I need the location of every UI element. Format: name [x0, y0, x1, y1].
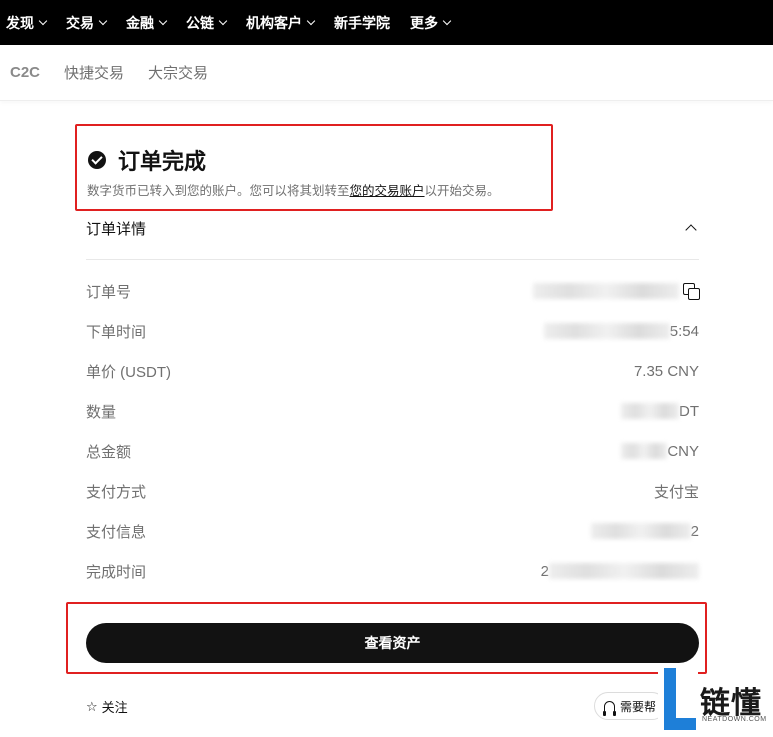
nav-chain-label: 公链	[186, 14, 214, 31]
detail-value-text: 2	[540, 562, 549, 580]
follow-button[interactable]: ☆ 关注	[86, 697, 128, 716]
status-desc-text: 数字货币已转入到您的账户。您可以将其划转至	[87, 184, 350, 198]
nav-finance[interactable]: 金融	[126, 13, 168, 33]
detail-row-unit-price: 单价 (USDT) 7.35 CNY	[86, 359, 699, 383]
detail-value-text: 2	[690, 522, 699, 540]
help-label: 需要帮	[620, 699, 657, 714]
nav-academy[interactable]: 新手学院	[334, 13, 390, 33]
follow-label: 关注	[101, 700, 128, 715]
view-assets-button[interactable]: 查看资产	[86, 623, 699, 663]
redacted-value	[543, 323, 670, 339]
detail-label: 总金额	[86, 443, 132, 461]
detail-label: 完成时间	[86, 563, 147, 581]
watermark-l-mark	[658, 666, 698, 732]
detail-row-total-amount: 总金额 CNY	[86, 439, 699, 463]
redacted-value	[533, 283, 679, 299]
nav-discover-label: 发现	[6, 14, 34, 31]
nav-trade-label: 交易	[66, 14, 94, 31]
detail-value-text: DT	[679, 402, 699, 420]
detail-label: 下单时间	[86, 323, 147, 341]
detail-row-order-id: 订单号	[86, 279, 700, 303]
chevron-down-icon	[306, 16, 316, 25]
chevron-down-icon	[158, 16, 168, 25]
chevron-down-icon	[98, 16, 108, 25]
chevron-down-icon	[218, 16, 228, 25]
detail-row-payment-info: 支付信息 2	[86, 519, 699, 543]
detail-label: 支付信息	[86, 523, 147, 541]
detail-row-created-time: 下单时间 5:54	[86, 319, 699, 343]
headset-icon	[603, 700, 616, 716]
nav-finance-label: 金融	[126, 14, 154, 31]
copy-icon[interactable]	[683, 283, 700, 300]
redacted-value	[590, 523, 691, 539]
order-details-title: 订单详情	[86, 221, 147, 238]
top-navbar: 发现 交易 金融 公链 机构客户 新手学院 更多	[0, 0, 773, 45]
nav-more-label: 更多	[410, 14, 438, 31]
nav-institutional-label: 机构客户	[246, 14, 302, 31]
chevron-down-icon	[38, 16, 48, 25]
redacted-value	[549, 563, 699, 579]
page-title: 订单完成	[118, 149, 207, 174]
watermark-logo: 链懂 NEATDOWN.COM	[656, 664, 773, 737]
redacted-value	[621, 403, 679, 419]
nav-discover[interactable]: 发现	[6, 13, 48, 33]
detail-value: 2	[590, 522, 699, 540]
status-description: 数字货币已转入到您的账户。您可以将其划转至您的交易账户以开始交易。	[87, 180, 500, 199]
status-desc-tail: 以开始交易。	[424, 184, 500, 198]
detail-value: CNY	[621, 443, 699, 460]
sub-navbar: C2C 快捷交易 大宗交易	[0, 45, 773, 101]
detail-row-payment-method: 支付方式 支付宝	[86, 479, 699, 503]
detail-value: 7.35 CNY	[634, 363, 699, 380]
detail-row-completed-time: 完成时间 2	[86, 559, 699, 583]
nav-academy-label: 新手学院	[334, 14, 390, 31]
detail-row-quantity: 数量 DT	[86, 399, 699, 423]
subnav-c2c[interactable]: C2C	[10, 64, 40, 81]
detail-label: 支付方式	[86, 483, 147, 501]
detail-label: 订单号	[86, 283, 132, 301]
detail-label: 数量	[86, 403, 117, 421]
nav-trade[interactable]: 交易	[66, 13, 108, 33]
detail-value-text: CNY	[667, 442, 699, 460]
nav-more[interactable]: 更多	[410, 13, 452, 33]
trading-account-link[interactable]: 您的交易账户	[350, 184, 425, 198]
nav-chain[interactable]: 公链	[186, 13, 228, 33]
detail-label: 单价 (USDT)	[86, 363, 171, 381]
subnav-block-trade[interactable]: 大宗交易	[148, 62, 208, 83]
subnav-quick-trade[interactable]: 快捷交易	[64, 62, 124, 83]
watermark-domain: NEATDOWN.COM	[702, 716, 767, 723]
detail-value-text: 7.35 CNY	[633, 362, 699, 380]
detail-value: 支付宝	[654, 481, 699, 502]
detail-value	[533, 283, 700, 300]
detail-value: 2	[541, 563, 699, 580]
chevron-up-icon[interactable]	[685, 224, 697, 236]
order-status: 订单完成	[88, 144, 206, 176]
chevron-down-icon	[442, 16, 452, 25]
order-details-header[interactable]: 订单详情	[86, 218, 699, 260]
detail-value-text: 5:54	[669, 322, 699, 340]
detail-value-text: 支付宝	[653, 483, 699, 501]
nav-institutional[interactable]: 机构客户	[246, 13, 316, 33]
detail-value: 5:54	[543, 322, 699, 340]
star-icon: ☆	[86, 698, 98, 714]
redacted-value	[621, 443, 668, 459]
check-circle-icon	[88, 151, 106, 169]
detail-value: DT	[621, 403, 699, 420]
